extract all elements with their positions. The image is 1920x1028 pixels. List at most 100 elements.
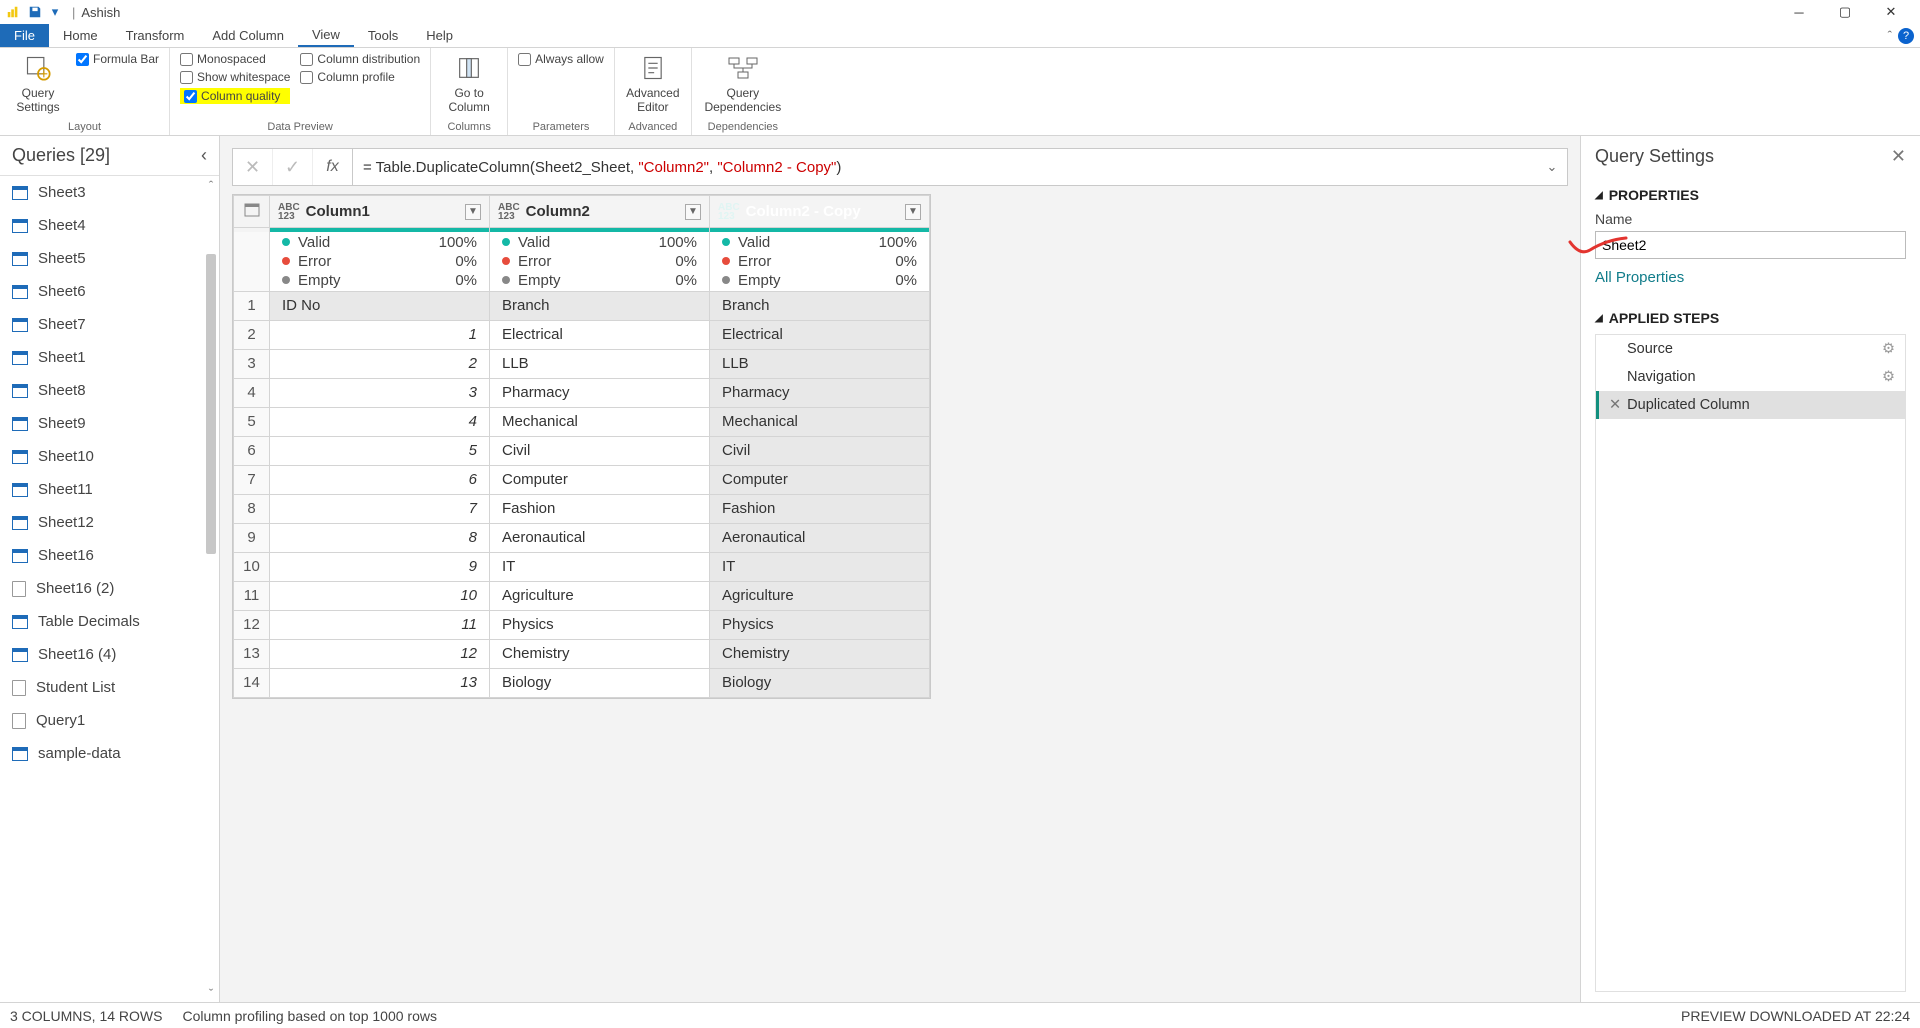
tab-file[interactable]: File — [0, 24, 49, 47]
cell[interactable]: 3 — [270, 378, 490, 407]
cell[interactable]: Mechanical — [710, 407, 930, 436]
column-profile-checkbox[interactable]: Column profile — [300, 70, 420, 84]
table-row[interactable]: 87FashionFashion — [234, 494, 930, 523]
query-item[interactable]: Sheet10 — [0, 440, 219, 473]
row-number[interactable]: 8 — [234, 494, 270, 523]
query-item[interactable]: Sheet16 (2) — [0, 572, 219, 605]
row-number[interactable]: 12 — [234, 610, 270, 639]
cell[interactable]: 5 — [270, 436, 490, 465]
cell[interactable]: Mechanical — [490, 407, 710, 436]
row-number[interactable]: 7 — [234, 465, 270, 494]
cell[interactable]: 1 — [270, 320, 490, 349]
maximize-button[interactable]: ▢ — [1822, 0, 1868, 24]
column-filter-dropdown[interactable]: ▼ — [465, 204, 481, 220]
query-item[interactable]: Sheet3 — [0, 176, 219, 209]
gear-icon[interactable]: ⚙ — [1882, 341, 1895, 357]
formula-expand-button[interactable]: ⌄ — [1537, 159, 1567, 175]
save-button[interactable] — [26, 3, 44, 21]
goto-column-button[interactable]: Go to Column — [441, 52, 497, 114]
query-item[interactable]: Sheet5 — [0, 242, 219, 275]
row-number[interactable]: 11 — [234, 581, 270, 610]
queries-scrollbar[interactable]: ˆ ˇ — [203, 176, 219, 1002]
scroll-up-icon[interactable]: ˆ — [203, 176, 219, 194]
column-quality-checkbox[interactable]: Column quality — [180, 88, 290, 104]
row-number[interactable]: 5 — [234, 407, 270, 436]
properties-section-header[interactable]: ◢PROPERTIES — [1595, 187, 1906, 203]
column-header[interactable]: ABC123Column1▼ — [270, 196, 490, 228]
cell[interactable]: Agriculture — [710, 581, 930, 610]
query-item[interactable]: Sheet7 — [0, 308, 219, 341]
query-settings-button[interactable]: Query Settings — [10, 52, 66, 114]
row-number[interactable]: 3 — [234, 349, 270, 378]
monospaced-checkbox[interactable]: Monospaced — [180, 52, 290, 66]
query-item[interactable]: Sheet8 — [0, 374, 219, 407]
table-row[interactable]: 1110AgricultureAgriculture — [234, 581, 930, 610]
cell[interactable]: Branch — [710, 291, 930, 320]
table-row[interactable]: 32LLBLLB — [234, 349, 930, 378]
scroll-down-icon[interactable]: ˇ — [203, 984, 219, 1002]
row-number[interactable]: 9 — [234, 523, 270, 552]
query-item[interactable]: Query1 — [0, 704, 219, 737]
collapse-queries-icon[interactable]: ‹ — [201, 145, 207, 166]
column-filter-dropdown[interactable]: ▼ — [685, 204, 701, 220]
query-item[interactable]: Table Decimals — [0, 605, 219, 638]
close-settings-button[interactable]: ✕ — [1891, 146, 1906, 167]
cell[interactable]: Computer — [710, 465, 930, 494]
cell[interactable]: Biology — [490, 668, 710, 697]
table-row[interactable]: 43PharmacyPharmacy — [234, 378, 930, 407]
advanced-editor-button[interactable]: Advanced Editor — [625, 52, 681, 114]
cell[interactable]: 4 — [270, 407, 490, 436]
query-item[interactable]: Sheet16 — [0, 539, 219, 572]
cell[interactable]: Civil — [710, 436, 930, 465]
table-corner-button[interactable] — [234, 196, 270, 228]
cell[interactable]: Aeronautical — [710, 523, 930, 552]
table-row[interactable]: 65CivilCivil — [234, 436, 930, 465]
cell[interactable]: ID No — [270, 291, 490, 320]
cell[interactable]: Aeronautical — [490, 523, 710, 552]
formula-commit-button[interactable]: ✓ — [273, 149, 313, 185]
applied-step[interactable]: ✕Duplicated Column — [1596, 391, 1905, 419]
query-item[interactable]: sample-data — [0, 737, 219, 770]
cell[interactable]: 2 — [270, 349, 490, 378]
cell[interactable]: 11 — [270, 610, 490, 639]
fx-icon[interactable]: fx — [313, 149, 353, 185]
formula-cancel-button[interactable]: ✕ — [233, 149, 273, 185]
cell[interactable]: Chemistry — [710, 639, 930, 668]
table-row[interactable]: 1211PhysicsPhysics — [234, 610, 930, 639]
cell[interactable]: Pharmacy — [490, 378, 710, 407]
cell[interactable]: 8 — [270, 523, 490, 552]
cell[interactable]: Branch — [490, 291, 710, 320]
scroll-thumb[interactable] — [206, 254, 216, 554]
minimize-button[interactable]: ─ — [1776, 0, 1822, 24]
query-dependencies-button[interactable]: Query Dependencies — [702, 52, 784, 114]
tab-transform[interactable]: Transform — [112, 24, 199, 47]
cell[interactable]: Electrical — [490, 320, 710, 349]
query-name-input[interactable] — [1595, 231, 1906, 259]
table-row[interactable]: 1312ChemistryChemistry — [234, 639, 930, 668]
cell[interactable]: Fashion — [490, 494, 710, 523]
query-item[interactable]: Sheet4 — [0, 209, 219, 242]
table-row[interactable]: 1413BiologyBiology — [234, 668, 930, 697]
always-allow-checkbox[interactable]: Always allow — [518, 52, 604, 66]
cell[interactable]: Biology — [710, 668, 930, 697]
all-properties-link[interactable]: All Properties — [1595, 269, 1906, 286]
cell[interactable]: 6 — [270, 465, 490, 494]
cell[interactable]: Physics — [710, 610, 930, 639]
column-header[interactable]: ABC123Column2 - Copy▼ — [710, 196, 930, 228]
row-number[interactable]: 13 — [234, 639, 270, 668]
row-number[interactable]: 14 — [234, 668, 270, 697]
cell[interactable]: Chemistry — [490, 639, 710, 668]
query-item[interactable]: Student List — [0, 671, 219, 704]
row-number[interactable]: 10 — [234, 552, 270, 581]
applied-step[interactable]: Navigation⚙ — [1596, 363, 1905, 391]
tab-view[interactable]: View — [298, 24, 354, 47]
formula-input[interactable]: = Table.DuplicateColumn(Sheet2_Sheet, "C… — [353, 158, 1537, 176]
cell[interactable]: Fashion — [710, 494, 930, 523]
gear-icon[interactable]: ⚙ — [1882, 369, 1895, 385]
close-button[interactable]: ✕ — [1868, 0, 1914, 24]
applied-steps-header[interactable]: ◢APPLIED STEPS — [1595, 310, 1906, 326]
cell[interactable]: Pharmacy — [710, 378, 930, 407]
tab-add-column[interactable]: Add Column — [198, 24, 298, 47]
row-number[interactable]: 1 — [234, 291, 270, 320]
show-whitespace-checkbox[interactable]: Show whitespace — [180, 70, 290, 84]
